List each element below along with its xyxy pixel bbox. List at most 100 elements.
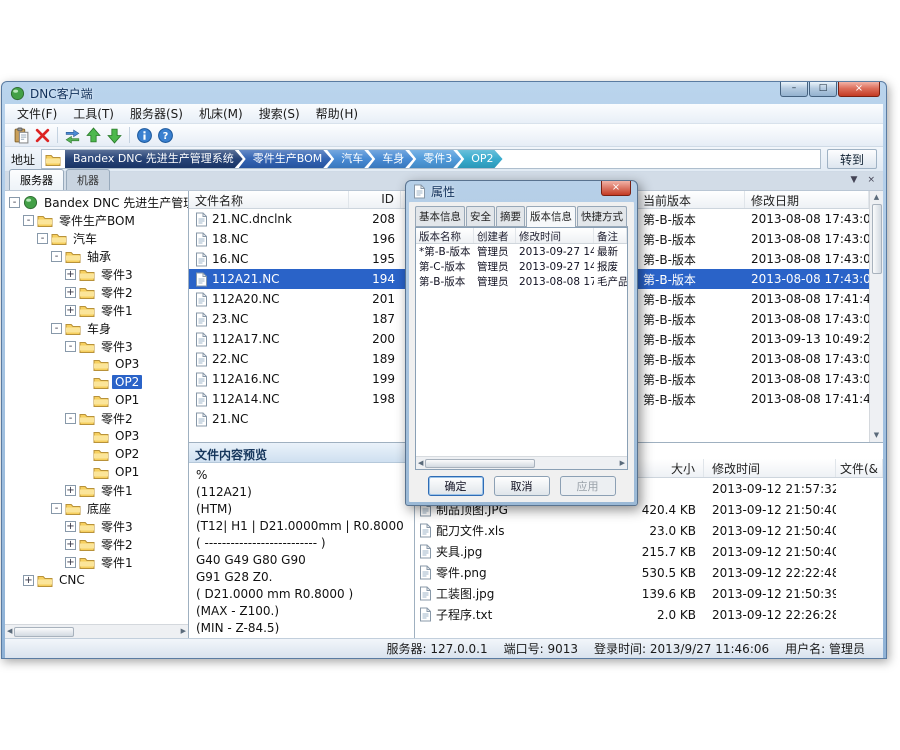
menu-item-4[interactable]: 搜索(S) (251, 103, 308, 124)
panel-pin-icon[interactable]: ▼ (851, 175, 858, 185)
column-header-modified[interactable]: 修改时间 (704, 459, 836, 477)
breadcrumb-segment-4[interactable]: 零件3 (409, 150, 461, 168)
version-row-1[interactable]: 第-C-版本管理员2013-09-27 14:...报废 (416, 259, 627, 274)
breadcrumb-segment-0[interactable]: Bandex DNC 先进生产管理系统 (65, 150, 243, 168)
attachment-row-5[interactable]: 工装图.jpg139.6 KB2013-09-12 21:50:39 (415, 583, 883, 604)
paste-icon[interactable] (11, 125, 32, 146)
scroll-left-icon[interactable]: ◀ (418, 460, 423, 467)
tree-hscrollbar[interactable]: ◀ ▶ (5, 624, 188, 638)
transfer-icon[interactable] (62, 125, 83, 146)
cancel-button[interactable]: 取消 (494, 476, 550, 496)
tree-item-底座[interactable]: -底座 (5, 499, 188, 517)
menu-item-5[interactable]: 帮助(H) (308, 103, 366, 124)
tree-item-OP1[interactable]: OP1 (5, 463, 188, 481)
scrollbar-thumb[interactable] (872, 204, 882, 274)
scroll-up-icon[interactable]: ▲ (874, 194, 879, 201)
delete-icon[interactable] (32, 125, 53, 146)
expand-icon[interactable]: + (65, 521, 76, 532)
menu-item-2[interactable]: 服务器(S) (122, 103, 191, 124)
tree-item-零件3[interactable]: +零件3 (5, 517, 188, 535)
expand-icon[interactable]: + (65, 557, 76, 568)
tree-item-零件2[interactable]: -零件2 (5, 409, 188, 427)
version-column-1[interactable]: 创建者 (474, 228, 516, 243)
tree-item-Bandex DNC 先进生产管理系统[interactable]: -Bandex DNC 先进生产管理系统 (5, 193, 188, 211)
column-header-version[interactable]: 当前版本 (637, 191, 745, 208)
collapse-icon[interactable]: - (51, 323, 62, 334)
version-row-0[interactable]: *第-B-版本管理员2013-09-27 14:...最新 (416, 244, 627, 259)
collapse-icon[interactable]: - (37, 233, 48, 244)
tree-item-零件2[interactable]: +零件2 (5, 283, 188, 301)
tree-item-零件3[interactable]: +零件3 (5, 265, 188, 283)
tree-item-OP1[interactable]: OP1 (5, 391, 188, 409)
panel-close-icon[interactable]: × (867, 175, 875, 185)
expand-icon[interactable]: + (65, 269, 76, 280)
attachment-row-2[interactable]: 配刀文件.xls23.0 KB2013-09-12 21:50:40 (415, 520, 883, 541)
breadcrumb-segment-1[interactable]: 零件生产BOM (239, 150, 332, 168)
scrollbar-thumb[interactable] (14, 627, 74, 637)
tree-item-轴承[interactable]: -轴承 (5, 247, 188, 265)
collapse-icon[interactable]: - (65, 341, 76, 352)
attachment-row-6[interactable]: 子程序.txt2.0 KB2013-09-12 22:26:28 (415, 604, 883, 625)
tree-item-OP2[interactable]: OP2 (5, 373, 188, 391)
file-table-vscrollbar[interactable]: ▲ ▼ (869, 191, 883, 442)
collapse-icon[interactable]: - (65, 413, 76, 424)
breadcrumb-segment-5[interactable]: OP2 (457, 150, 502, 168)
dialog-tab-2[interactable]: 摘要 (496, 206, 525, 226)
tab-server[interactable]: 服务器 (9, 169, 64, 190)
tree-item-车身[interactable]: -车身 (5, 319, 188, 337)
tree-item-零件1[interactable]: +零件1 (5, 553, 188, 571)
dialog-tab-0[interactable]: 基本信息 (415, 206, 465, 226)
ok-button[interactable]: 确定 (428, 476, 484, 496)
breadcrumb-segment-3[interactable]: 车身 (368, 150, 413, 168)
expand-icon[interactable]: + (65, 305, 76, 316)
expand-icon[interactable]: + (23, 575, 34, 586)
download-icon[interactable] (104, 125, 125, 146)
title-bar[interactable]: DNC客户端 – □ × (2, 82, 886, 104)
version-column-3[interactable]: 备注 (594, 228, 627, 243)
scroll-down-icon[interactable]: ▼ (874, 432, 879, 439)
column-header-file[interactable]: 文件(& (836, 459, 883, 477)
expand-icon[interactable]: + (65, 287, 76, 298)
column-header-date[interactable]: 修改日期 (745, 191, 869, 208)
dialog-tab-4[interactable]: 快捷方式 (577, 206, 627, 226)
tree-item-零件3[interactable]: -零件3 (5, 337, 188, 355)
expand-icon[interactable]: + (65, 485, 76, 496)
tree-item-零件1[interactable]: +零件1 (5, 301, 188, 319)
collapse-icon[interactable]: - (51, 503, 62, 514)
upload-icon[interactable] (83, 125, 104, 146)
dialog-tab-1[interactable]: 安全 (466, 206, 495, 226)
tree-item-汽车[interactable]: -汽车 (5, 229, 188, 247)
tree-item-零件1[interactable]: +零件1 (5, 481, 188, 499)
collapse-icon[interactable]: - (23, 215, 34, 226)
maximize-button[interactable]: □ (809, 82, 837, 97)
menu-item-0[interactable]: 文件(F) (9, 103, 65, 124)
collapse-icon[interactable]: - (9, 197, 20, 208)
version-column-0[interactable]: 版本名称 (416, 228, 474, 243)
scrollbar-thumb[interactable] (425, 459, 535, 468)
tree-item-OP2[interactable]: OP2 (5, 445, 188, 463)
address-field[interactable]: Bandex DNC 先进生产管理系统零件生产BOM汽车车身零件3OP2 (41, 149, 821, 169)
dialog-tab-3[interactable]: 版本信息 (526, 206, 576, 227)
help-icon[interactable]: ? (155, 125, 176, 146)
apply-button[interactable]: 应用 (560, 476, 616, 496)
expand-icon[interactable]: + (65, 539, 76, 550)
close-button[interactable]: × (838, 82, 880, 97)
column-header-size[interactable]: 大小 (630, 459, 704, 477)
scroll-right-icon[interactable]: ▶ (181, 628, 186, 635)
dialog-close-button[interactable]: × (601, 181, 631, 196)
collapse-icon[interactable]: - (51, 251, 62, 262)
breadcrumb-segment-2[interactable]: 汽车 (327, 150, 372, 168)
version-row-2[interactable]: 第-B-版本管理员2013-08-08 17:...毛产品程序 (416, 274, 627, 289)
tree-item-CNC[interactable]: +CNC (5, 571, 188, 589)
tree-item-OP3[interactable]: OP3 (5, 355, 188, 373)
scroll-left-icon[interactable]: ◀ (7, 628, 12, 635)
attachment-row-3[interactable]: 夹具.jpg215.7 KB2013-09-12 21:50:40 (415, 541, 883, 562)
menu-item-3[interactable]: 机床(M) (191, 103, 251, 124)
info-icon[interactable] (134, 125, 155, 146)
menu-item-1[interactable]: 工具(T) (65, 103, 122, 124)
tab-machine[interactable]: 机器 (66, 169, 110, 190)
column-header-id[interactable]: ID (349, 191, 401, 208)
version-column-2[interactable]: 修改时间 (516, 228, 594, 243)
tree-item-OP3[interactable]: OP3 (5, 427, 188, 445)
attachment-row-4[interactable]: 零件.png530.5 KB2013-09-12 22:22:48 (415, 562, 883, 583)
